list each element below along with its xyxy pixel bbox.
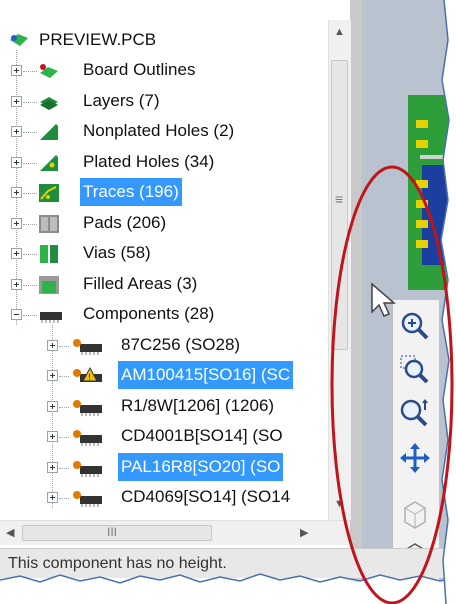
expand-icon[interactable] [11,95,22,107]
horizontal-thumb-grip: III [107,525,118,539]
expand-icon[interactable] [47,431,58,442]
pads-icon [38,214,60,234]
component-item-label: CD4069[SO14] (SO14 [121,487,291,506]
tree-item-label: Layers (7) [83,90,160,110]
tree-branch-line [52,324,53,508]
tree-connector [59,437,69,438]
layers-icon [38,92,60,112]
traces-icon [38,183,60,203]
scroll-up-arrow-icon[interactable]: ▲ [334,26,345,38]
expand-icon[interactable] [11,278,22,290]
pcb-document-icon [8,30,30,50]
tree-connector [23,254,37,255]
component-item-label: R1/8W[1206] (1206) [121,395,275,415]
tree-connector [59,376,69,377]
object-tree: PREVIEW.PCB Board Outlines Layers (7) Nonpl… [0,20,328,520]
component-item-label: 87C256 (SO28) [121,334,241,354]
expand-icon[interactable] [47,461,58,473]
component-icon [70,488,106,508]
highlight-circle [330,165,454,604]
tree-connector [23,284,37,286]
expand-icon[interactable] [11,126,22,137]
tree-item-label: Pads (206) [83,212,167,232]
component-icon [70,397,106,417]
component-item-label: AM100415[SO16] (SC [118,361,294,389]
expand-icon[interactable] [11,248,22,259]
filled-areas-icon [38,275,60,295]
tree-connector [23,315,37,316]
component-icon [70,458,106,478]
expand-icon[interactable] [47,370,58,381]
nonplated-holes-icon [38,122,60,142]
tree-connector [23,193,37,194]
horizontal-scroll-thumb[interactable]: III [22,525,212,541]
expand-icon[interactable] [47,339,58,351]
component-icon [70,336,106,356]
vias-icon [38,244,60,264]
tree-item-label: Components (28) [83,304,215,323]
svg-text:!: ! [89,373,91,382]
tree-connector [59,406,69,408]
tree-connector [23,223,37,225]
pcb-preview-window: PREVIEW.PCB Board Outlines Layers (7) Nonpl… [0,0,456,604]
expand-icon[interactable] [47,492,58,503]
expand-icon[interactable] [11,217,22,229]
tree-item-label: Board Outlines [83,60,196,79]
scroll-left-arrow-icon[interactable]: ◀ [6,526,14,539]
expand-icon[interactable] [11,156,22,168]
plated-holes-icon [38,153,60,173]
component-icon [70,427,106,447]
tree-connector [59,498,69,499]
tree-connector [23,132,37,133]
tree-item-label: Plated Holes (34) [83,151,215,171]
tree-connector [23,71,37,72]
tree-connector [23,101,37,103]
scroll-right-arrow-icon[interactable]: ▶ [300,526,308,539]
component-warning-icon: ! [70,366,106,386]
expand-icon[interactable] [47,400,58,412]
tree-item-label: Vias (58) [83,243,151,262]
component-item-label: PAL16R8[SO20] (SO [118,452,284,481]
tree-root-label: PREVIEW.PCB [39,30,157,49]
tree-connector [23,162,37,164]
component-item-label: CD4001B[SO14] (SO [121,426,283,445]
components-icon [38,305,62,325]
tree-item-label: Filled Areas (3) [83,273,198,293]
tree-item-label: Nonplated Holes (2) [83,121,235,140]
tree-connector [59,345,69,347]
expand-icon[interactable] [11,187,22,198]
tree-item-label: Traces (196) [80,178,182,206]
tree-connector [59,467,69,469]
expand-icon[interactable] [11,65,22,76]
collapse-icon[interactable] [11,309,22,320]
board-outline-icon [38,61,60,81]
